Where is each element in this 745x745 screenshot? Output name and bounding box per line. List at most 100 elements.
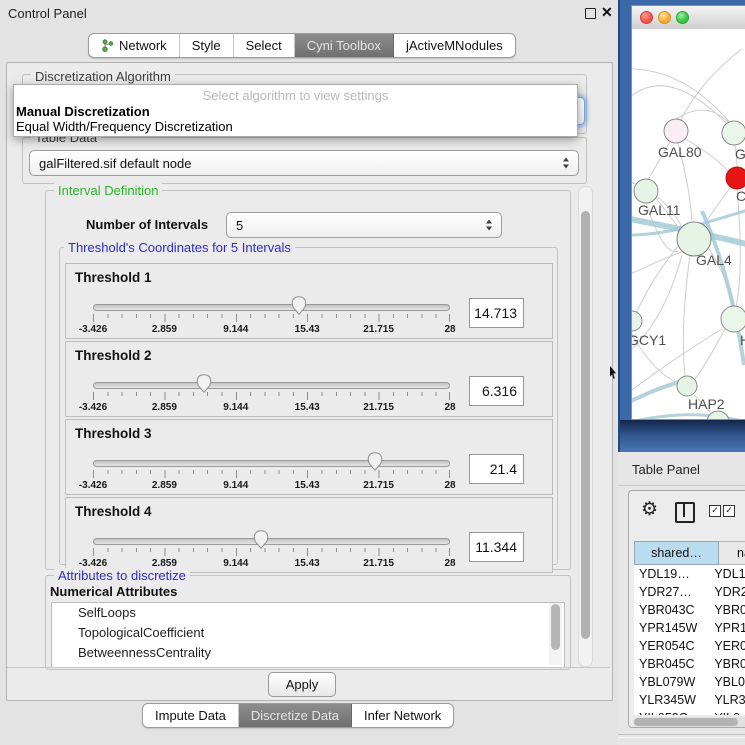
float-window-icon[interactable] [585,8,596,19]
svg-text:C: C [736,188,745,204]
threshold-slider[interactable]: -3.4262.8599.14415.4321.71528 [93,538,450,570]
slider-thumb[interactable] [291,296,307,315]
table-row[interactable]: YBL079WYBL0 [634,673,745,691]
tick-label: 2.859 [152,402,177,413]
table-panel-window: ⚙ ✓ ✓ shared… na YDL19…YDL1YDR27…YDR2YBR… [628,490,745,728]
tab-cyni-toolbox[interactable]: Cyni Toolbox [295,34,394,57]
column-header-name[interactable]: na [719,541,745,565]
column-header-shared-name[interactable]: shared… [634,541,719,565]
tab-jactivemnodules[interactable]: jActiveMNodules [394,34,515,57]
tab-label: Impute Data [155,708,226,723]
tab-impute-data[interactable]: Impute Data [143,704,239,727]
tick-label: 9.144 [223,324,248,335]
number-of-intervals-value: 5 [236,218,243,233]
table-data-selected-value: galFiltered.sif default node [39,156,191,171]
close-icon[interactable]: ✕ [601,4,613,21]
threshold-value-field[interactable]: 6.316 [469,376,524,406]
threshold-value-field[interactable]: 21.4 [469,454,524,484]
threshold-slider[interactable]: -3.4262.8599.14415.4321.71528 [93,382,450,414]
checkbox-icon[interactable]: ✓ [723,505,735,517]
svg-text:H: H [740,332,745,348]
network-view-window: GAL80GCGAL11GAL4GCY1HHAP2 [631,5,745,420]
svg-text:GCY1: GCY1 [632,332,666,348]
slider-tick-labels: -3.4262.8599.14415.4321.71528 [93,480,450,492]
table-row[interactable]: YPR145WYPR1 [634,619,745,637]
gear-icon[interactable]: ⚙ [641,499,658,521]
tab-style[interactable]: Style [180,34,234,57]
checkbox-icon[interactable]: ✓ [709,505,721,517]
top-tabbar: Network Style Select Cyni Toolbox jActiv… [88,33,516,58]
threshold-value-field[interactable]: 14.713 [469,298,524,328]
desktop-band [620,420,745,452]
table-row[interactable]: YLR345WYLR3 [634,691,745,709]
slider-thumb[interactable] [367,452,383,471]
table-row[interactable]: YIL052CYIL0 [634,709,745,715]
screen: Control Panel ✕ Network Style Select Cyn… [0,0,745,745]
threshold-1-panel: Threshold 1 -3.4262.8599.14415.4321.7152… [65,263,553,339]
threshold-label: Threshold 2 [75,348,152,363]
table-row[interactable]: YDR27…YDR2 [634,583,745,601]
list-scrollbar[interactable] [549,603,562,665]
table-panel-title: Table Panel [632,462,700,477]
minimize-traffic-icon[interactable] [658,11,671,24]
panel-scrollbar[interactable] [578,186,593,667]
combo-arrows-icon [563,158,569,169]
slider-track[interactable] [93,460,450,467]
list-item[interactable]: SelfLoops [52,603,564,623]
thresholds-group: Threshold's Coordinates for 5 Intervals … [59,247,558,565]
control-panel-titlebar: Control Panel ✕ [0,0,618,28]
table-row[interactable]: YDL19…YDL1 [634,565,745,583]
scrollbar-thumb[interactable] [581,211,590,639]
svg-text:GAL80: GAL80 [658,144,702,160]
table-row[interactable]: YBR045CYBR0 [634,655,745,673]
zoom-traffic-icon[interactable] [676,11,689,24]
tick-label: 21.715 [363,324,394,335]
popup-option-manual-discretization[interactable]: Manual Discretization [16,104,150,119]
slider-track[interactable] [93,538,450,545]
table-row[interactable]: YBR043CYBR0 [634,601,745,619]
slider-thumb[interactable] [253,530,269,549]
slider-ticks [93,392,450,400]
popup-option-equal-width-frequency[interactable]: Equal Width/Frequency Discretization [16,119,233,134]
tab-label: Cyni Toolbox [307,38,381,53]
tab-network[interactable]: Network [89,34,180,57]
popup-hint: Select algorithm to view settings [14,88,577,103]
tick-label: 2.859 [152,480,177,491]
threshold-2-panel: Threshold 2 -3.4262.8599.14415.4321.7152… [65,341,553,417]
group-label: Attributes to discretize [54,568,190,583]
table-rows: YDL19…YDL1YDR27…YDR2YBR043CYBR0YPR145WYP… [634,565,745,715]
slider-thumb[interactable] [196,374,212,393]
tab-infer-network[interactable]: Infer Network [352,704,453,727]
network-window-titlebar[interactable] [632,6,745,30]
numerical-attributes-list[interactable]: SelfLoopsTopologicalCoefficientBetweenne… [51,602,565,668]
network-canvas[interactable]: GAL80GCGAL11GAL4GCY1HHAP2 [632,29,745,419]
tab-select[interactable]: Select [234,34,295,57]
tab-label: Network [119,38,167,53]
number-of-intervals-combobox[interactable]: 5 [226,212,502,238]
close-traffic-icon[interactable] [640,11,653,24]
svg-text:HAP2: HAP2 [688,396,725,412]
scrollbar-thumb[interactable] [634,718,738,726]
slider-track[interactable] [93,382,450,389]
apply-button[interactable]: Apply [268,672,336,697]
column-layout-icon[interactable] [675,502,695,523]
slider-ticks [93,470,450,478]
table-hscrollbar[interactable] [633,717,745,727]
threshold-value-field[interactable]: 11.344 [469,532,524,562]
threshold-slider[interactable]: -3.4262.8599.14415.4321.71528 [93,304,450,336]
threshold-4-panel: Threshold 4 -3.4262.8599.14415.4321.7152… [65,497,553,573]
list-item[interactable]: BetweennessCentrality [52,643,564,663]
table-data-combobox[interactable]: galFiltered.sif default node [29,150,579,176]
tab-label: Select [246,38,282,53]
tab-label: Infer Network [364,708,441,723]
slider-track[interactable] [93,304,450,311]
threshold-slider[interactable]: -3.4262.8599.14415.4321.71528 [93,460,450,492]
bottom-tabbar: Impute Data Discretize Data Infer Networ… [142,703,454,728]
tab-discretize-data[interactable]: Discretize Data [239,704,352,727]
tick-label: 28 [444,324,455,335]
svg-text:GAL4: GAL4 [696,252,732,268]
tab-label: Style [192,38,221,53]
list-item[interactable]: TopologicalCoefficient [52,623,564,643]
table-row[interactable]: YER054CYER0 [634,637,745,655]
network-icon [101,39,114,52]
